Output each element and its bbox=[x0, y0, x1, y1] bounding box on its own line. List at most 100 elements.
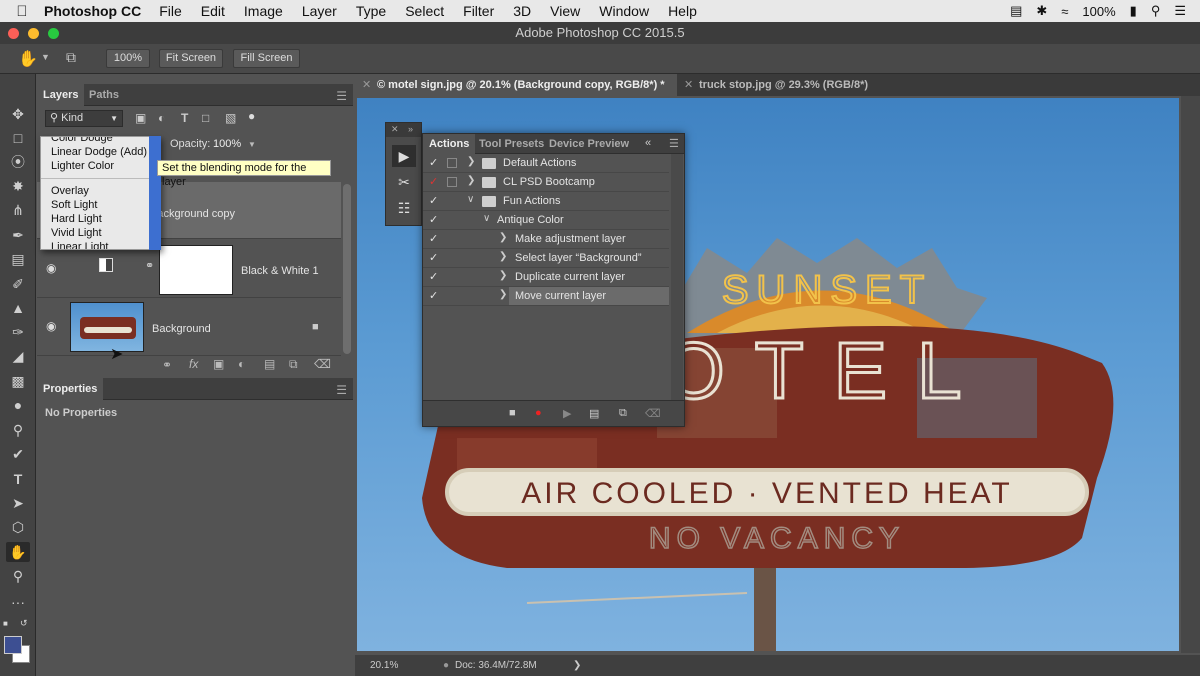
menu-layer[interactable]: Layer bbox=[302, 3, 337, 19]
new-group-folder-icon[interactable]: ▤ bbox=[264, 357, 275, 371]
new-action-icon[interactable]: ⧉ bbox=[619, 407, 627, 420]
fit-screen-button[interactable]: Fit Screen bbox=[159, 49, 223, 68]
play-action-icon[interactable]: ▶ bbox=[392, 145, 416, 167]
blend-option[interactable]: Color Dodge bbox=[41, 137, 160, 145]
menu-file[interactable]: File bbox=[159, 3, 182, 19]
visibility-eye-icon[interactable]: ◉ bbox=[46, 319, 56, 333]
eyedropper-tool-icon[interactable]: ✒ bbox=[6, 225, 30, 245]
delete-layer-trash-icon[interactable]: ⌫ bbox=[314, 357, 331, 371]
action-set-row[interactable]: ✓ ❯ CL PSD Bootcamp bbox=[423, 173, 669, 192]
bluetooth-icon[interactable]: ✱ bbox=[1036, 3, 1047, 19]
menu-image[interactable]: Image bbox=[244, 3, 283, 19]
layers-scrollbar[interactable] bbox=[343, 184, 351, 354]
battery-icon[interactable]: ▮ bbox=[1130, 3, 1137, 19]
blend-option[interactable]: Overlay bbox=[41, 184, 160, 198]
swap-colors-icon[interactable]: ↺ bbox=[20, 618, 28, 629]
fx-icon[interactable]: fx bbox=[189, 357, 198, 371]
menu-type[interactable]: Type bbox=[356, 3, 386, 19]
checkmark-icon[interactable]: ✓ bbox=[429, 289, 439, 302]
checkmark-icon[interactable]: ✓ bbox=[429, 270, 439, 283]
chevron-down-icon[interactable]: ∨ bbox=[483, 213, 490, 224]
filter-shape-icon[interactable]: □ bbox=[202, 111, 209, 125]
action-set-row[interactable]: ✓ ❯ Default Actions bbox=[423, 154, 669, 173]
chevron-right-icon[interactable]: ❯ bbox=[467, 175, 475, 186]
zoom-tool-icon[interactable]: ⚲ bbox=[6, 566, 30, 586]
close-tab-icon[interactable]: ✕ bbox=[684, 74, 693, 96]
app-menu[interactable]: Photoshop CC bbox=[44, 3, 141, 19]
action-step-row[interactable]: ✓ ❯ Duplicate current layer bbox=[423, 268, 669, 287]
zoom-100-button[interactable]: 100% bbox=[106, 49, 150, 68]
link-layers-icon[interactable]: ⚭ bbox=[162, 358, 172, 372]
delete-trash-icon[interactable]: ⌫ bbox=[645, 407, 661, 420]
new-adjustment-icon[interactable]: ◐ bbox=[238, 357, 245, 371]
filter-pixel-icon[interactable]: ▣ bbox=[135, 111, 146, 125]
path-selection-tool-icon[interactable]: ➤ bbox=[6, 493, 30, 513]
menu-select[interactable]: Select bbox=[405, 3, 444, 19]
tab-truck-stop[interactable]: ✕ truck stop.jpg @ 29.3% (RGB/8*) bbox=[677, 74, 868, 96]
tab-paths[interactable]: Paths bbox=[83, 84, 125, 106]
pen-tool-icon[interactable]: ✔ bbox=[6, 444, 30, 464]
lasso-tool-icon[interactable]: ⦿ bbox=[6, 152, 30, 172]
marquee-tool-icon[interactable]: □ bbox=[6, 128, 30, 148]
notification-center-icon[interactable]: ☰ bbox=[1174, 3, 1186, 19]
filter-toggle-icon[interactable]: ● bbox=[248, 109, 255, 123]
brush-tool-icon[interactable]: ✐ bbox=[6, 274, 30, 294]
layer-thumbnail[interactable] bbox=[70, 302, 144, 352]
menu-window[interactable]: Window bbox=[599, 3, 649, 19]
spotlight-search-icon[interactable]: ⚲ bbox=[1151, 3, 1161, 19]
move-tool-icon[interactable]: ✥ bbox=[6, 104, 30, 124]
foreground-color-swatch[interactable] bbox=[4, 636, 22, 654]
menu-help[interactable]: Help bbox=[668, 3, 697, 19]
blend-mode-dropdown[interactable]: Color Dodge Linear Dodge (Add) Lighter C… bbox=[40, 136, 161, 250]
keyboard-icon[interactable]: ▤ bbox=[1010, 3, 1022, 19]
eraser-tool-icon[interactable]: ◢ bbox=[6, 346, 30, 366]
layer-row-background[interactable]: ◉ Background ■ bbox=[37, 299, 341, 356]
menu-edit[interactable]: Edit bbox=[201, 3, 225, 19]
new-layer-icon[interactable]: ⧉ bbox=[289, 357, 298, 372]
dropdown-scrollbar[interactable] bbox=[149, 136, 161, 250]
filter-smart-object-icon[interactable]: ▧ bbox=[225, 111, 236, 125]
clone-stamp-tool-icon[interactable]: ▲ bbox=[6, 298, 30, 318]
collapse-panel-icon[interactable]: « bbox=[645, 137, 651, 149]
action-step-row[interactable]: ✓ ❯ Select layer “Background” bbox=[423, 249, 669, 268]
filter-adjustment-icon[interactable]: ◐ bbox=[158, 111, 165, 125]
opacity-field[interactable]: 100% bbox=[213, 138, 241, 150]
canvas-vertical-scrollbar[interactable] bbox=[1181, 96, 1200, 653]
shape-tool-icon[interactable]: ⬡ bbox=[6, 517, 30, 537]
action-step-row[interactable]: ✓ ❯ Move current layer bbox=[423, 287, 669, 306]
device-preview-icon[interactable]: ☷ bbox=[392, 197, 416, 219]
menu-view[interactable]: View bbox=[550, 3, 580, 19]
scroll-all-windows-icon[interactable]: ⧉ bbox=[66, 49, 76, 66]
checkmark-icon[interactable]: ✓ bbox=[429, 156, 439, 169]
visibility-eye-icon[interactable]: ◉ bbox=[46, 261, 56, 275]
actions-scrollbar[interactable] bbox=[671, 154, 683, 404]
gradient-tool-icon[interactable]: ▩ bbox=[6, 371, 30, 391]
action-step-row[interactable]: ✓ ❯ Make adjustment layer bbox=[423, 230, 669, 249]
play-icon[interactable]: ▶ bbox=[563, 407, 571, 420]
hand-tool-icon[interactable]: ✋ bbox=[6, 542, 30, 562]
panel-menu-icon[interactable]: ☰ bbox=[336, 383, 347, 397]
chevron-right-icon[interactable]: ❯ bbox=[467, 156, 475, 167]
crop-tool-icon[interactable]: ⋔ bbox=[6, 200, 30, 220]
wifi-icon[interactable]: ≈ bbox=[1061, 4, 1068, 19]
checkmark-icon[interactable]: ✓ bbox=[429, 213, 439, 226]
blend-option[interactable]: Hard Light bbox=[41, 212, 160, 226]
chevron-right-icon[interactable]: ❯ bbox=[499, 251, 507, 262]
chevron-down-icon[interactable]: ▼ bbox=[248, 140, 256, 149]
tab-motel-sign[interactable]: ✕ © motel sign.jpg @ 20.1% (Background c… bbox=[355, 74, 677, 96]
menu-3d[interactable]: 3D bbox=[513, 3, 531, 19]
zoom-window-button[interactable] bbox=[48, 28, 59, 39]
checkmark-icon[interactable]: ✓ bbox=[429, 232, 439, 245]
tab-properties[interactable]: Properties bbox=[37, 378, 104, 400]
chevron-down-icon[interactable]: ▼ bbox=[41, 52, 50, 62]
chevron-right-icon[interactable]: ❯ bbox=[499, 270, 507, 281]
stop-icon[interactable]: ■ bbox=[509, 407, 516, 419]
quick-select-tool-icon[interactable]: ✸ bbox=[6, 176, 30, 196]
blend-option[interactable]: Linear Light bbox=[41, 240, 160, 249]
blend-option[interactable]: Vivid Light bbox=[41, 226, 160, 240]
tool-presets-icon[interactable]: ✂ bbox=[392, 171, 416, 193]
chevron-down-icon[interactable]: ∨ bbox=[467, 194, 474, 205]
more-tools-icon[interactable]: ··· bbox=[6, 592, 30, 612]
blend-option[interactable]: Soft Light bbox=[41, 198, 160, 212]
apple-menu-icon[interactable]:  bbox=[0, 3, 44, 20]
